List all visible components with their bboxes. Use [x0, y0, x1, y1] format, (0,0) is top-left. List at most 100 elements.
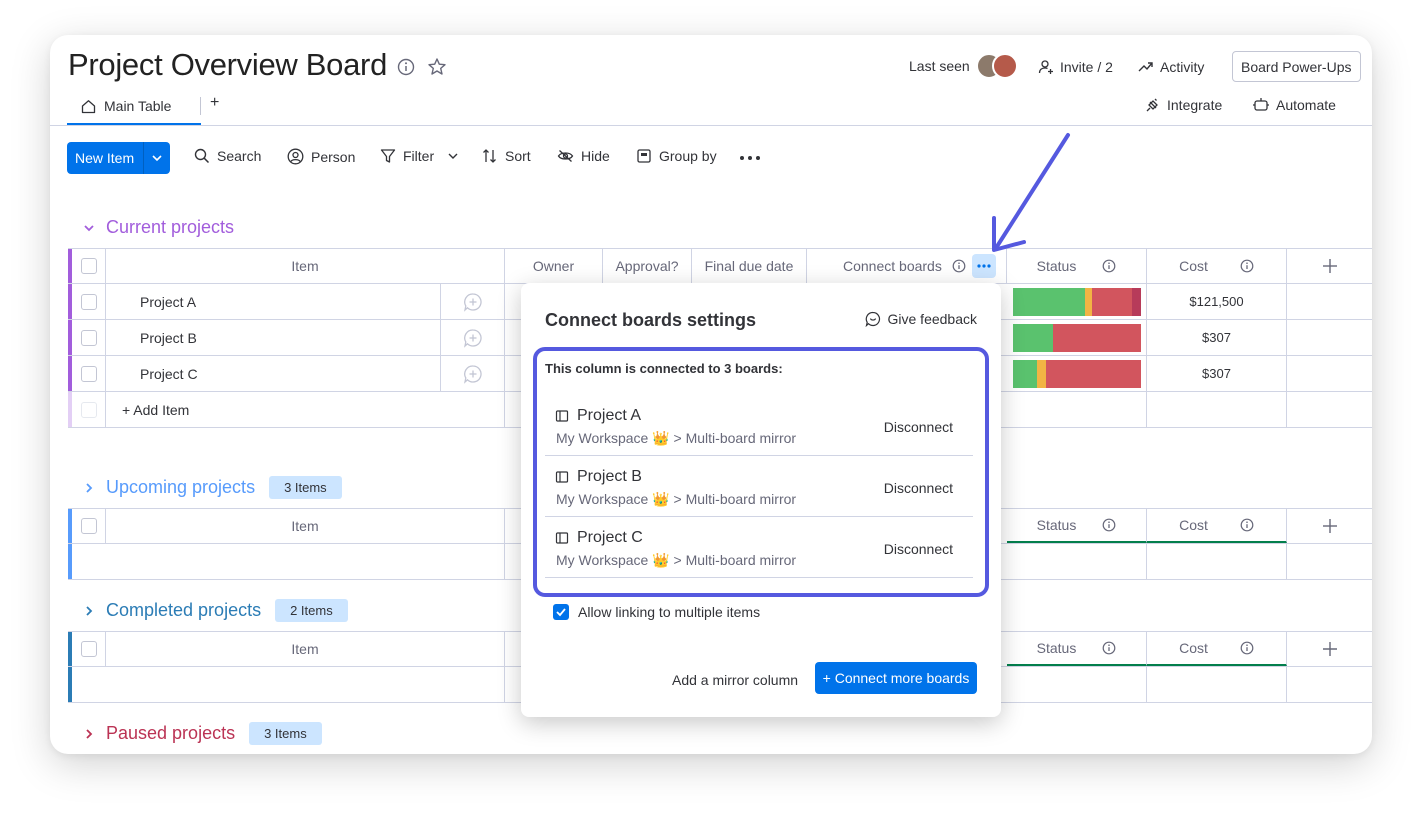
search-button[interactable]: Search	[194, 148, 261, 164]
column-header-cost[interactable]: Cost	[1147, 632, 1287, 666]
column-header-item[interactable]: Item	[106, 249, 505, 283]
checkbox[interactable]	[80, 365, 97, 382]
cost-cell[interactable]: $121,500	[1147, 284, 1287, 319]
checkbox[interactable]	[80, 518, 97, 534]
avatar-group[interactable]	[975, 53, 1018, 79]
checkbox[interactable]	[80, 293, 97, 310]
status-cell[interactable]	[1007, 320, 1147, 355]
select-all-cell[interactable]	[72, 632, 106, 666]
select-all-cell[interactable]	[72, 509, 106, 543]
column-header-owner[interactable]: Owner	[505, 249, 603, 283]
tab-label: Main Table	[104, 98, 172, 114]
chevron-down-icon[interactable]	[144, 152, 170, 164]
info-icon[interactable]	[1102, 259, 1116, 273]
add-item-input[interactable]: + Add Item	[106, 392, 505, 427]
chevron-right-icon[interactable]	[82, 727, 96, 741]
activity-button[interactable]: Activity	[1138, 59, 1204, 75]
filter-icon	[380, 148, 396, 164]
column-header-status[interactable]: Status	[1007, 632, 1147, 666]
person-filter-button[interactable]: Person	[287, 148, 355, 165]
column-header-status[interactable]: Status	[1007, 509, 1147, 543]
add-column-button[interactable]	[1287, 249, 1372, 283]
group-by-button[interactable]: Group by	[636, 148, 717, 164]
automate-label: Automate	[1276, 97, 1336, 113]
checkbox-checked[interactable]	[553, 604, 569, 620]
integrate-label: Integrate	[1167, 97, 1223, 113]
status-header-label: Status	[1036, 640, 1077, 656]
add-column-button[interactable]	[1287, 509, 1372, 543]
give-feedback-button[interactable]: Give feedback	[865, 311, 977, 327]
chevron-right-icon[interactable]	[82, 481, 96, 495]
info-icon[interactable]	[952, 259, 966, 273]
cost-cell[interactable]: $307	[1147, 320, 1287, 355]
more-options-icon[interactable]	[739, 149, 761, 167]
chevron-right-icon[interactable]	[82, 604, 96, 618]
search-label: Search	[217, 148, 262, 164]
star-icon[interactable]	[427, 57, 447, 77]
checkbox[interactable]	[80, 641, 97, 657]
automate-button[interactable]: Automate	[1252, 97, 1336, 113]
column-header-cost[interactable]: Cost	[1147, 509, 1287, 543]
info-icon[interactable]	[1240, 641, 1254, 655]
status-cell[interactable]	[1007, 356, 1147, 391]
checkbox[interactable]	[80, 329, 97, 346]
feedback-icon	[865, 311, 881, 327]
sort-button[interactable]: Sort	[482, 148, 531, 164]
eye-off-icon	[557, 148, 574, 164]
status-segment	[1013, 360, 1038, 388]
group-header-upcoming[interactable]: Upcoming projects 3 Items	[82, 476, 342, 499]
board-power-ups-button[interactable]: Board Power-Ups	[1232, 51, 1361, 82]
item-name-cell[interactable]: Project A	[106, 284, 441, 319]
chevron-down-icon[interactable]	[447, 150, 459, 162]
add-column-button[interactable]	[1287, 632, 1372, 666]
group-title[interactable]: Paused projects	[106, 723, 235, 744]
integrate-button[interactable]: Integrate	[1145, 97, 1222, 113]
invite-button[interactable]: Invite / 2	[1038, 59, 1113, 75]
row-select-cell[interactable]	[72, 320, 106, 355]
status-cell[interactable]	[1007, 284, 1147, 319]
column-header-final-due[interactable]: Final due date	[692, 249, 807, 283]
add-view-button[interactable]: +	[210, 94, 219, 112]
allow-multiple-checkbox[interactable]: Allow linking to multiple items	[553, 604, 760, 620]
add-update-icon[interactable]	[441, 356, 505, 391]
item-name-cell[interactable]: Project C	[106, 356, 441, 391]
add-mirror-column-button[interactable]: Add a mirror column	[672, 672, 798, 688]
info-icon[interactable]	[1102, 641, 1116, 655]
group-header-paused[interactable]: Paused projects 3 Items	[82, 722, 322, 745]
add-update-icon[interactable]	[441, 320, 505, 355]
avatar	[991, 53, 1018, 79]
info-icon[interactable]	[1102, 518, 1116, 532]
group-header-current[interactable]: Current projects	[82, 217, 234, 238]
search-icon	[194, 148, 210, 164]
status-segment	[1092, 288, 1133, 316]
info-icon[interactable]	[396, 57, 416, 77]
column-header-cost[interactable]: Cost	[1147, 249, 1287, 283]
status-distribution-bar	[1013, 288, 1142, 316]
new-item-button[interactable]: New Item	[67, 142, 170, 174]
item-name-cell[interactable]: Project B	[106, 320, 441, 355]
info-icon[interactable]	[1240, 518, 1254, 532]
row-select-cell[interactable]	[72, 356, 106, 391]
cost-cell[interactable]: $307	[1147, 356, 1287, 391]
select-all-cell[interactable]	[72, 249, 106, 283]
add-update-icon[interactable]	[441, 284, 505, 319]
last-seen[interactable]: Last seen	[909, 53, 1018, 79]
group-title[interactable]: Upcoming projects	[106, 477, 255, 498]
column-header-item[interactable]: Item	[106, 509, 505, 543]
info-icon[interactable]	[1240, 259, 1254, 273]
column-header-approval[interactable]: Approval?	[603, 249, 692, 283]
group-title[interactable]: Completed projects	[106, 600, 261, 621]
tab-main-table[interactable]: Main Table	[67, 89, 201, 125]
group-by-label: Group by	[659, 148, 717, 164]
empty-cell	[1007, 392, 1147, 427]
checkbox[interactable]	[80, 258, 97, 274]
hide-button[interactable]: Hide	[557, 148, 610, 164]
chevron-down-icon[interactable]	[82, 221, 96, 235]
group-header-completed[interactable]: Completed projects 2 Items	[82, 599, 348, 622]
column-header-item[interactable]: Item	[106, 632, 505, 666]
row-select-cell[interactable]	[72, 284, 106, 319]
group-title[interactable]: Current projects	[106, 217, 234, 238]
filter-button[interactable]: Filter	[380, 148, 459, 164]
status-header-label: Status	[1036, 258, 1077, 274]
connect-more-boards-button[interactable]: + Connect more boards	[815, 662, 977, 694]
